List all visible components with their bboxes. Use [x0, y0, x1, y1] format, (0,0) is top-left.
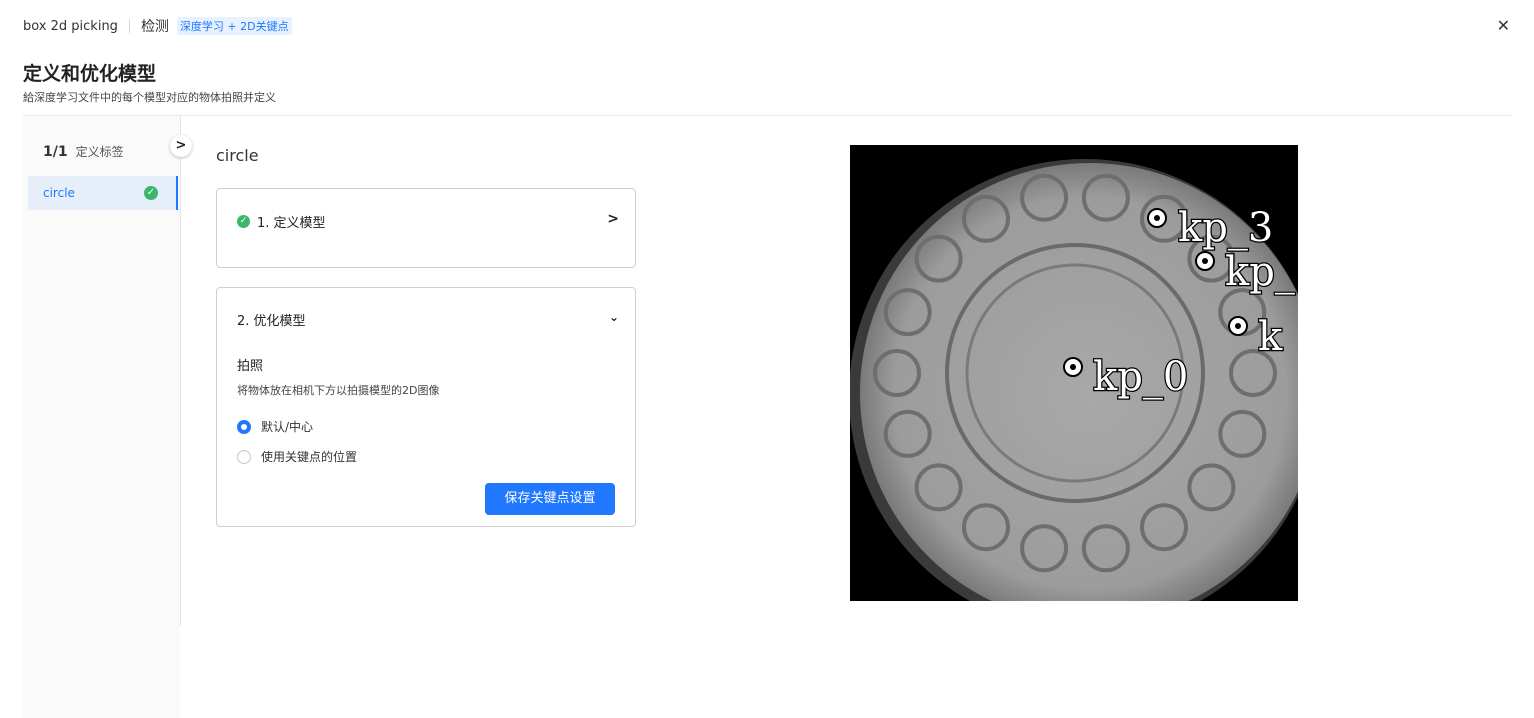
- step-optimize-model-card: 2. 优化模型 ⌄ 拍照 将物体放在相机下方以拍摄模型的2D图像 默认/中心 使…: [216, 287, 636, 527]
- keypoint-dot: [1070, 364, 1076, 370]
- page-title: 定义和优化模型: [23, 63, 157, 85]
- mode-tag: 深度学习 + 2D关键点: [176, 17, 292, 35]
- check-circle-icon: ✓: [144, 186, 158, 200]
- label-count: 1/1: [43, 144, 68, 160]
- close-icon[interactable]: ✕: [1497, 17, 1510, 35]
- chevron-down-icon[interactable]: ⌄: [609, 310, 619, 324]
- radio-default-center[interactable]: 默认/中心: [237, 418, 313, 435]
- section-description: 将物体放在相机下方以拍摄模型的2D图像: [237, 384, 440, 397]
- radio-label: 默认/中心: [261, 420, 314, 434]
- keypoint-label: k: [1258, 314, 1283, 360]
- page-subtitle: 給深度学习文件中的每个模型对应的物体拍照并定义: [23, 91, 276, 104]
- header-divider: [23, 115, 1511, 116]
- sidebar-title: 定义标签: [75, 145, 124, 159]
- radio-selected-icon[interactable]: [237, 419, 251, 434]
- label-sidebar: 1/1 定义标签 circle ✓: [23, 116, 180, 718]
- step-label: 1. 定义模型: [257, 216, 326, 231]
- save-keypoint-settings-button[interactable]: 保存关键点设置: [485, 483, 615, 515]
- radio-keypoint-position[interactable]: 使用关键点的位置: [237, 448, 357, 465]
- sidebar-item-label: circle: [43, 186, 75, 200]
- chevron-right-icon[interactable]: >: [607, 211, 619, 227]
- breadcrumb: box 2d picking 检测 深度学习 + 2D关键点: [23, 16, 292, 36]
- keypoint-label: kp_0: [1093, 354, 1188, 400]
- keypoint-dot: [1235, 323, 1241, 329]
- keypoint-label: kp_3: [1178, 205, 1273, 251]
- radio-label: 使用关键点的位置: [261, 450, 358, 464]
- model-title: circle: [216, 146, 259, 165]
- keypoint-dot: [1202, 258, 1208, 264]
- check-circle-icon: ✓: [237, 215, 250, 228]
- radio-unselected-icon[interactable]: [237, 449, 251, 464]
- sidebar-toggle-button[interactable]: >: [170, 135, 192, 157]
- mode-label: 检测: [140, 19, 169, 35]
- keypoint-label: kp_: [1225, 249, 1295, 295]
- bearing-image: kp_0 kp_3 kp_ k: [850, 159, 1298, 601]
- project-name: box 2d picking: [23, 18, 118, 34]
- step-define-model: ✓ 1. 定义模型: [237, 212, 326, 231]
- keypoint-dot: [1154, 215, 1160, 221]
- sidebar-header: 1/1 定义标签: [43, 143, 124, 160]
- sidebar-divider: [180, 116, 181, 626]
- chevron-right-icon: >: [175, 138, 187, 153]
- sidebar-item-circle[interactable]: circle ✓: [28, 176, 178, 210]
- section-title: 拍照: [237, 359, 264, 374]
- step-define-model-card[interactable]: ✓ 1. 定义模型 >: [216, 188, 636, 268]
- step-label: 2. 优化模型: [237, 314, 306, 329]
- model-preview-image: kp_0 kp_3 kp_ k: [850, 145, 1298, 601]
- breadcrumb-divider: [128, 19, 130, 33]
